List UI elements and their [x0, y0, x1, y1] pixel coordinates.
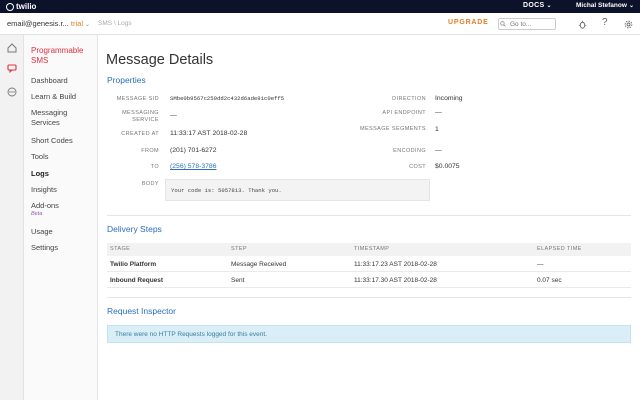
- chevron-down-icon: ⌄: [546, 3, 552, 9]
- column-header-stage: STAGE: [110, 246, 131, 252]
- delivery-table-header: STAGE STEP TIMESTAMP ELAPSED TIME: [107, 243, 631, 256]
- api-endpoint-value: —: [435, 109, 442, 116]
- message-segments-label: MESSAGE SEGMENTS: [360, 126, 426, 132]
- direction-label: DIRECTION: [392, 96, 426, 102]
- cost-value: $0.0075: [435, 163, 460, 170]
- from-value: (201) 701-6272: [170, 147, 217, 154]
- request-inspector-heading: Request Inspector: [107, 306, 176, 316]
- timestamp-cell: 11:33:17.30 AST 2018-02-28: [354, 277, 437, 284]
- sms-sidebar-nav: Programmable SMS Dashboard Learn & Build…: [24, 35, 98, 400]
- account-switcher[interactable]: email@genesis.r... trial ⌄: [7, 19, 90, 28]
- sidebar-item-tools[interactable]: Tools: [31, 152, 95, 162]
- upgrade-button[interactable]: UPGRADE: [448, 19, 489, 26]
- stage-cell: Inbound Request: [110, 277, 164, 284]
- table-row: Twilio Platform Message Received 11:33:1…: [107, 257, 631, 272]
- sidebar-item-learn-build[interactable]: Learn & Build: [31, 92, 95, 102]
- message-sid-label: MESSAGE SID: [116, 96, 159, 102]
- created-at-value: 11:33:17 AST 2018-02-28: [170, 130, 248, 137]
- more-products-icon[interactable]: [7, 87, 17, 97]
- debugger-bug-icon[interactable]: [578, 20, 587, 29]
- sidebar-item-label: Add-ons: [31, 201, 59, 210]
- sms-chat-icon[interactable]: [7, 63, 17, 73]
- delivery-steps-heading: Delivery Steps: [107, 224, 162, 234]
- direction-value: Incoming: [435, 95, 463, 102]
- encoding-value: —: [435, 147, 442, 154]
- messaging-service-label: MESSAGING SERVICE: [122, 110, 159, 123]
- home-icon[interactable]: [7, 43, 17, 53]
- created-at-label: CREATED AT: [121, 131, 159, 137]
- account-bar: email@genesis.r... trial ⌄ SMS \ Logs UPG…: [0, 13, 640, 35]
- sidebar-item-settings[interactable]: Settings: [31, 243, 95, 253]
- api-endpoint-label: API ENDPOINT: [382, 110, 426, 116]
- main-content: Message Details Properties MESSAGE SID S…: [98, 35, 640, 400]
- section-divider: [107, 297, 631, 298]
- breadcrumb-logs[interactable]: Logs: [118, 20, 132, 27]
- to-number-link[interactable]: (256) 578-3786: [170, 163, 216, 170]
- request-inspector-empty-notice: There were no HTTP Requests logged for t…: [107, 325, 631, 343]
- step-cell: Message Received: [231, 261, 287, 268]
- stage-cell: Twilio Platform: [110, 261, 157, 268]
- help-icon[interactable]: ?: [602, 17, 608, 28]
- docs-menu[interactable]: DOCS ⌄: [523, 2, 552, 9]
- docs-label: DOCS: [523, 2, 545, 9]
- elapsed-cell: 0.07 sec: [537, 277, 562, 284]
- column-header-elapsed-time: ELAPSED TIME: [537, 246, 582, 252]
- user-menu[interactable]: Michal Stefanow ⌄: [576, 2, 634, 9]
- sidebar-item-dashboard[interactable]: Dashboard: [31, 76, 95, 86]
- logo-text: twilio: [16, 2, 37, 11]
- section-divider: [107, 215, 631, 216]
- account-type-badge: trial: [70, 19, 83, 28]
- table-row: Inbound Request Sent 11:33:17.30 AST 201…: [107, 273, 631, 288]
- gear-icon[interactable]: [624, 20, 633, 29]
- body-label: BODY: [141, 181, 159, 187]
- message-segments-value: 1: [435, 126, 439, 133]
- sidebar-item-usage[interactable]: Usage: [31, 227, 95, 237]
- search-icon: [500, 21, 506, 27]
- chevron-down-icon: ⌄: [628, 3, 634, 9]
- user-name: Michal Stefanow: [576, 2, 627, 9]
- breadcrumb-sms[interactable]: SMS: [98, 20, 112, 27]
- from-label: FROM: [141, 148, 159, 154]
- product-icon-rail: [0, 35, 24, 400]
- elapsed-cell: —: [537, 261, 544, 268]
- product-title[interactable]: Programmable SMS: [31, 46, 95, 66]
- sidebar-item-logs[interactable]: Logs: [31, 169, 95, 179]
- timestamp-cell: 11:33:17.23 AST 2018-02-28: [354, 261, 437, 268]
- sidebar-item-short-codes[interactable]: Short Codes: [31, 136, 95, 146]
- properties-heading: Properties: [107, 75, 146, 85]
- encoding-label: ENCODING: [393, 148, 426, 154]
- step-cell: Sent: [231, 277, 245, 284]
- cost-label: COST: [409, 164, 426, 170]
- account-email: email@genesis.r...: [7, 19, 69, 28]
- column-header-timestamp: TIMESTAMP: [354, 246, 390, 252]
- beta-badge: Beta: [31, 211, 43, 217]
- message-sid-value: SMbe0b9567c259dd2c432d6ade91c0eff5: [170, 95, 285, 102]
- sidebar-item-messaging-services[interactable]: Messaging Services: [31, 108, 95, 128]
- column-header-step: STEP: [231, 246, 247, 252]
- page-title: Message Details: [106, 52, 214, 68]
- to-label: TO: [150, 164, 159, 170]
- message-body-box: Your code is: 5057813. Thank you.: [165, 179, 430, 201]
- messaging-service-value: —: [170, 112, 177, 119]
- breadcrumb: SMS \ Logs: [98, 20, 132, 27]
- chevron-down-icon: ⌄: [85, 22, 91, 28]
- sidebar-item-insights[interactable]: Insights: [31, 185, 95, 195]
- twilio-logo-icon: [6, 2, 14, 11]
- go-to-search-input[interactable]: [498, 18, 556, 30]
- global-topbar: twilio DOCS ⌄ Michal Stefanow ⌄: [0, 0, 640, 13]
- sidebar-item-add-ons[interactable]: Add-ons Beta: [31, 201, 95, 218]
- twilio-logo[interactable]: twilio: [6, 2, 36, 11]
